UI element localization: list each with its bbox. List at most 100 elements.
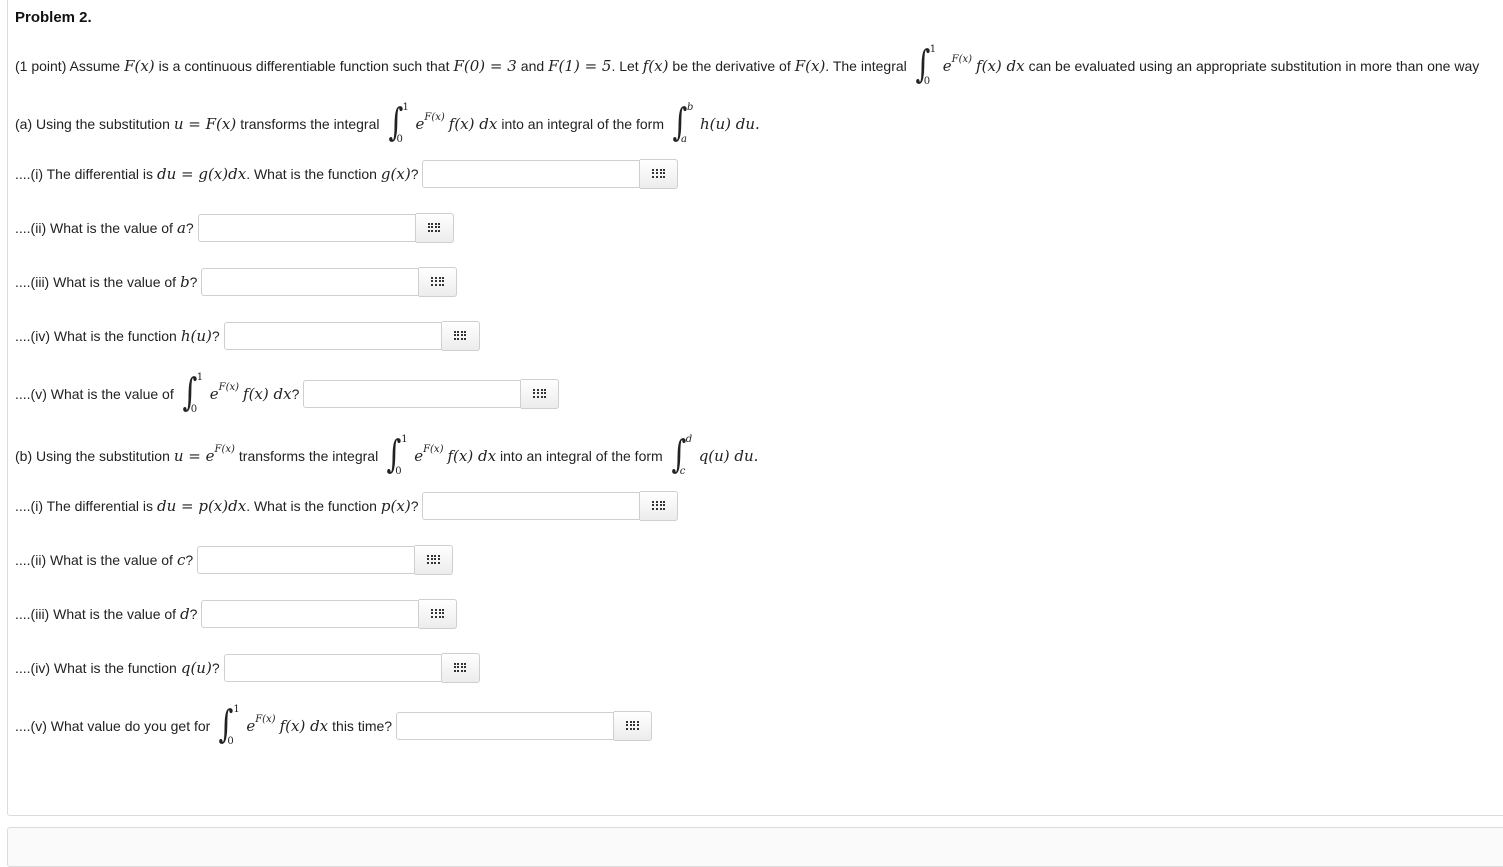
answer-a-ii	[197, 213, 454, 243]
intro-text-2: is a continuous differentiable function …	[158, 58, 450, 74]
answer-input[interactable]	[201, 600, 420, 628]
question-math: a	[176, 219, 186, 237]
answer-input[interactable]	[422, 160, 641, 188]
answer-a-iii	[201, 267, 458, 297]
integral-sign: ∫ 1 0	[182, 370, 204, 415]
integrand-exp: F(x)	[423, 443, 444, 455]
part-b-text-3: into an integral of the form	[500, 448, 663, 464]
question-a-ii: ....(ii) What is the value of a ?	[15, 213, 454, 243]
question-text: ....(ii) What is the value of	[15, 220, 173, 236]
answer-input[interactable]	[223, 654, 442, 682]
question-text: ?	[185, 552, 194, 568]
integrand-rest: f(x) dx	[448, 115, 498, 133]
question-math: c	[176, 551, 186, 569]
equation-editor-button[interactable]	[419, 599, 458, 629]
math-Fx: F(x)	[124, 57, 155, 75]
question-text: ....(iii) What is the value of	[15, 606, 177, 622]
question-b-iii: ....(iii) What is the value of d ?	[15, 599, 458, 629]
question-math: du = p(x)dx	[156, 497, 247, 515]
answer-b-iv	[223, 653, 480, 683]
grid-icon	[453, 662, 467, 674]
equation-editor-button[interactable]	[441, 321, 480, 351]
question-b-i: ....(i) The differential is du = p(x)dx …	[15, 491, 679, 521]
answer-b-v	[396, 711, 653, 741]
question-math: p(x)	[380, 497, 411, 515]
part-a-text-3: into an integral of the form	[501, 116, 664, 132]
grid-icon	[626, 720, 639, 732]
math-F0: F(0) = 3	[453, 57, 517, 75]
math-Fx2: F(x)	[794, 57, 826, 75]
question-text: ....(i) The differential is	[15, 498, 153, 514]
equation-editor-button[interactable]	[521, 379, 560, 409]
integral-sign: ∫ b a	[672, 100, 694, 145]
integrand-rest: f(x) dx	[976, 57, 1025, 75]
answer-a-v	[303, 379, 560, 409]
equation-editor-button[interactable]	[614, 711, 653, 741]
grid-icon	[453, 330, 467, 342]
question-text: ?	[291, 386, 300, 402]
grid-icon	[427, 222, 441, 234]
question-text: ....(iv) What is the function	[15, 328, 177, 344]
question-math: b	[180, 273, 190, 291]
intro-text-1: (1 point) Assume	[15, 58, 121, 74]
question-text: ?	[211, 660, 220, 676]
equation-editor-button[interactable]	[415, 213, 454, 243]
part-a-text-2: transforms the integral	[240, 116, 380, 132]
answer-b-ii	[197, 545, 454, 575]
part-a-form: h(u) du.	[699, 115, 760, 133]
equation-editor-button[interactable]	[441, 653, 480, 683]
intro-text-6: . The integral	[825, 58, 907, 74]
part-a-text-1: (a) Using the substitution	[15, 116, 170, 132]
integral-sign: ∫ d c	[671, 432, 693, 477]
part-b-sub: u = e	[173, 447, 215, 465]
answer-input[interactable]	[396, 712, 615, 740]
grid-icon	[431, 608, 445, 620]
part-a-sub: u = F(x)	[173, 115, 237, 133]
integrand-e: e	[246, 717, 256, 735]
grid-icon	[533, 388, 547, 400]
question-math: g(x)	[380, 165, 411, 183]
question-math: d	[180, 605, 190, 623]
question-math: h(u)	[180, 327, 212, 345]
question-text: this time?	[332, 718, 393, 734]
question-b-iv: ....(iv) What is the function q(u) ?	[15, 653, 480, 683]
part-b-form: q(u) du.	[698, 447, 759, 465]
part-b-sub-exp: F(x)	[214, 443, 235, 455]
integrand-e: e	[209, 385, 219, 403]
answer-b-iii	[201, 599, 458, 629]
part-a-header: (a) Using the substitution u = F(x) tran…	[15, 100, 760, 146]
integrand-e: e	[414, 447, 424, 465]
equation-editor-button[interactable]	[640, 491, 679, 521]
part-b-header: (b) Using the substitution u = e F(x) tra…	[15, 432, 759, 478]
question-text: ?	[189, 274, 198, 290]
math-fx: f(x)	[642, 57, 669, 75]
answer-input[interactable]	[201, 268, 420, 296]
answer-input[interactable]	[303, 380, 522, 408]
equation-editor-button[interactable]	[415, 545, 454, 575]
integrand-exp: F(x)	[255, 713, 276, 725]
question-b-ii: ....(ii) What is the value of c ?	[15, 545, 454, 575]
answer-input[interactable]	[422, 492, 641, 520]
integrand-exp: F(x)	[951, 53, 973, 65]
answer-a-i	[422, 159, 679, 189]
intro-text-3: and	[520, 58, 545, 74]
question-text: . What is the function	[246, 498, 377, 514]
integral-sign: ∫ 1 0	[915, 42, 937, 87]
part-b-text-2: transforms the integral	[238, 448, 379, 464]
grid-icon	[431, 276, 445, 288]
answer-input[interactable]	[197, 214, 416, 242]
question-text: . What is the function	[246, 166, 377, 182]
question-a-v: ....(v) What is the value of ∫ 1 0 e F(x) f…	[15, 370, 560, 416]
equation-editor-button[interactable]	[640, 159, 679, 189]
answer-input[interactable]	[197, 546, 416, 574]
part-b-text-1: (b) Using the substitution	[15, 448, 170, 464]
integral-sign: ∫ 1 0	[387, 100, 409, 145]
question-text: ?	[189, 606, 198, 622]
grid-icon	[427, 554, 440, 566]
question-text: ?	[410, 166, 419, 182]
answer-input[interactable]	[223, 322, 442, 350]
intro-text-7: can be evaluated using an appropriate su…	[1028, 58, 1480, 74]
integrand-e: e	[942, 57, 952, 75]
next-panel	[7, 827, 1503, 867]
equation-editor-button[interactable]	[419, 267, 458, 297]
